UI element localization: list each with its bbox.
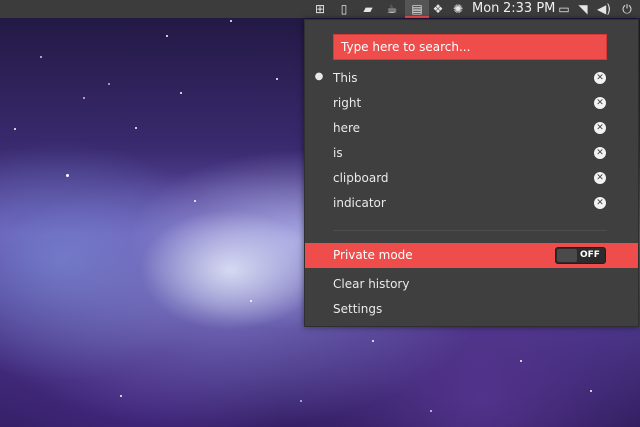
history-item-label: clipboard	[333, 171, 389, 185]
phone-icon[interactable]: ▯	[338, 2, 350, 16]
star	[40, 56, 42, 58]
star	[135, 127, 137, 129]
gear-burst-icon[interactable]: ✺	[451, 2, 465, 16]
active-bullet-icon: ●	[314, 71, 324, 82]
star	[520, 360, 522, 362]
history-item[interactable]: ● This ✕	[305, 66, 638, 90]
star	[180, 92, 182, 94]
settings-item[interactable]: Settings	[333, 297, 382, 321]
star	[300, 400, 302, 402]
delete-icon[interactable]: ✕	[594, 147, 606, 159]
star	[108, 83, 110, 85]
history-item[interactable]: is ✕	[305, 141, 638, 165]
star	[250, 300, 252, 302]
network-wired-icon[interactable]: ⊞	[313, 2, 327, 16]
delete-icon[interactable]: ✕	[594, 97, 606, 109]
history-item-label: here	[333, 121, 361, 135]
history-item[interactable]: clipboard ✕	[305, 166, 638, 190]
coffee-icon[interactable]: ☕	[385, 2, 399, 16]
history-item-label: indicator	[333, 196, 386, 210]
clipboard-indicator-button[interactable]: ▤	[405, 0, 429, 18]
star	[372, 340, 374, 342]
clock-day[interactable]: Mon	[472, 0, 499, 18]
star	[14, 128, 16, 130]
search-input[interactable]	[333, 34, 607, 60]
star	[590, 390, 592, 392]
clipboard-menu: ● This ✕ right ✕ here ✕ is ✕ clipboard ✕…	[304, 19, 639, 327]
star	[120, 395, 122, 397]
display-icon[interactable]: ▭	[557, 2, 571, 16]
star	[166, 35, 168, 37]
history-item-label: This	[333, 71, 358, 85]
history-item-label: is	[333, 146, 343, 160]
star	[230, 20, 232, 22]
history-item-label: right	[333, 96, 362, 110]
dropbox-icon[interactable]: ❖	[431, 2, 445, 16]
toggle-state: OFF	[580, 250, 600, 260]
private-mode-toggle[interactable]: OFF	[555, 247, 606, 264]
star	[194, 200, 196, 202]
private-mode-label: Private mode	[333, 248, 413, 262]
sd-card-icon[interactable]: ▰	[362, 2, 374, 16]
history-item[interactable]: indicator ✕	[305, 191, 638, 215]
toggle-knob	[557, 249, 577, 262]
private-mode-row[interactable]: Private mode OFF	[305, 243, 638, 268]
volume-icon[interactable]: ◀)	[597, 2, 611, 16]
history-item[interactable]: right ✕	[305, 91, 638, 115]
clipboard-indicator-icon: ▤	[411, 2, 423, 16]
star	[83, 97, 85, 99]
top-panel: ⊞ ▯ ▰ ☕ ▤ ❖ ✺ Mon 2:33 PM ▭ ◥ ◀) ⏻	[0, 0, 640, 18]
history-item[interactable]: here ✕	[305, 116, 638, 140]
clear-history-item[interactable]: Clear history	[333, 272, 409, 296]
delete-icon[interactable]: ✕	[594, 122, 606, 134]
star	[430, 410, 432, 412]
delete-icon[interactable]: ✕	[594, 197, 606, 209]
power-icon[interactable]: ⏻	[620, 2, 634, 16]
delete-icon[interactable]: ✕	[594, 172, 606, 184]
star	[66, 174, 69, 177]
menu-separator	[333, 230, 607, 231]
clock-time[interactable]: 2:33 PM	[503, 0, 555, 18]
delete-icon[interactable]: ✕	[594, 72, 606, 84]
wifi-icon[interactable]: ◥	[576, 2, 590, 16]
star	[276, 78, 278, 80]
